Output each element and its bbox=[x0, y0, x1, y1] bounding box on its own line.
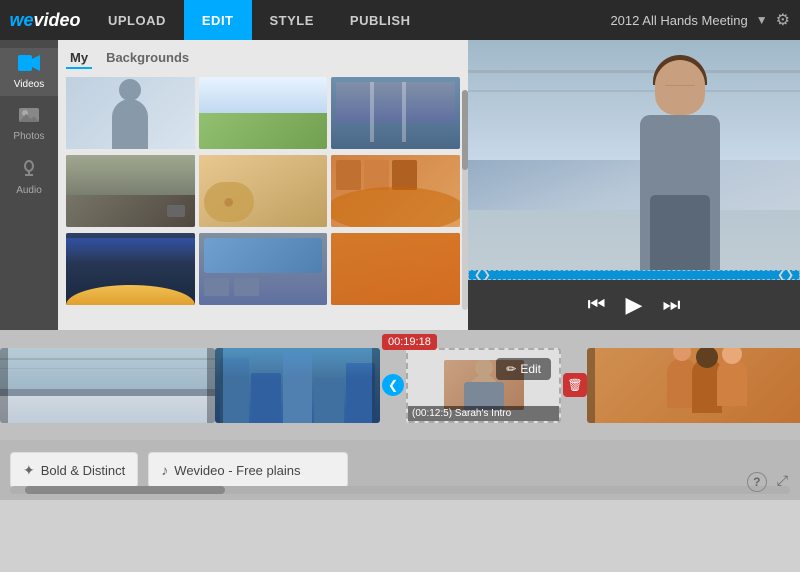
media-thumb-6[interactable] bbox=[331, 155, 460, 227]
filmstrip-right-2 bbox=[372, 348, 380, 423]
pencil-icon: ✏ bbox=[506, 362, 516, 376]
sidebar-item-videos[interactable]: Videos bbox=[0, 48, 58, 96]
top-navigation: wevideo UPLOAD EDIT STYLE PUBLISH 2012 A… bbox=[0, 0, 800, 40]
edit-button[interactable]: ✏ Edit bbox=[496, 358, 551, 380]
filmstrip-left-1 bbox=[0, 348, 8, 423]
logo-text: wevideo bbox=[9, 10, 80, 31]
media-thumb-3[interactable] bbox=[331, 77, 460, 149]
delete-icon: 🗑 bbox=[567, 378, 582, 392]
preview-panel: ❮❯ ❮❯ ⏮ ▶ ⏭ bbox=[468, 40, 800, 330]
music-label: Wevideo - Free plains bbox=[174, 463, 300, 478]
person-head bbox=[655, 60, 705, 115]
timeline-clip-buildings[interactable] bbox=[215, 348, 380, 423]
timeline-nav-left[interactable]: ❮ bbox=[382, 374, 404, 396]
sidebar-item-photos[interactable]: Photos bbox=[0, 100, 58, 148]
nav-upload[interactable]: UPLOAD bbox=[90, 0, 184, 40]
style-label: Bold & Distinct bbox=[41, 463, 126, 478]
nav-publish[interactable]: PUBLISH bbox=[332, 0, 429, 40]
timeline-area: 00:19:18 bbox=[0, 330, 800, 440]
tab-my[interactable]: My bbox=[66, 48, 92, 69]
media-thumb-1[interactable] bbox=[66, 77, 195, 149]
timeline-clip-sarah[interactable]: ✏ Edit (00:12:5) Sarah's Intro 🗑 bbox=[406, 348, 561, 423]
audio-label: Audio bbox=[16, 185, 42, 196]
logo[interactable]: wevideo bbox=[0, 0, 90, 40]
photos-label: Photos bbox=[13, 131, 44, 142]
delete-button[interactable]: 🗑 bbox=[563, 373, 587, 397]
media-thumb-4[interactable] bbox=[66, 155, 195, 227]
music-tag-icon: ♪ bbox=[161, 462, 168, 478]
media-tabs: My Backgrounds bbox=[66, 48, 460, 69]
help-button[interactable]: ? bbox=[747, 472, 767, 492]
play-button[interactable]: ▶ bbox=[626, 294, 643, 316]
person-suit bbox=[650, 195, 710, 270]
clip-label-sarah: (00:12:5) Sarah's Intro bbox=[408, 406, 559, 421]
scrollbar-thumb[interactable] bbox=[25, 486, 225, 494]
playback-controls: ⏮ ▶ ⏭ bbox=[468, 280, 800, 330]
timeline-scrollbar[interactable] bbox=[10, 486, 790, 494]
tab-backgrounds[interactable]: Backgrounds bbox=[102, 48, 193, 69]
main-area: Videos Photos Audio My Backgrounds bbox=[0, 40, 800, 330]
nav-items: UPLOAD EDIT STYLE PUBLISH bbox=[90, 0, 428, 40]
project-dropdown-icon[interactable]: ▼ bbox=[756, 13, 768, 27]
timeline-clip-bridge[interactable] bbox=[0, 348, 215, 423]
project-title: 2012 All Hands Meeting bbox=[610, 13, 747, 28]
skip-back-button[interactable]: ⏮ bbox=[588, 295, 606, 315]
settings-icon[interactable]: ⚙ bbox=[776, 10, 790, 30]
style-tag-icon: ✦ bbox=[23, 462, 35, 479]
nav-left-icon: ❮ bbox=[388, 378, 398, 392]
skip-forward-button[interactable]: ⏭ bbox=[662, 295, 680, 315]
selection-indicator: ❮❯ ❮❯ bbox=[468, 270, 800, 280]
timeline-clip-people[interactable] bbox=[587, 348, 800, 423]
media-grid: ● bbox=[66, 77, 460, 307]
media-thumb-7[interactable] bbox=[66, 233, 195, 305]
preview-person bbox=[620, 50, 740, 270]
timestamp-bubble: 00:19:18 bbox=[382, 334, 437, 350]
filmstrip-left-2 bbox=[215, 348, 223, 423]
video-preview bbox=[468, 40, 800, 270]
media-thumb-9[interactable] bbox=[331, 233, 460, 305]
bottom-right-icons: ? ⤢ bbox=[747, 472, 788, 492]
media-thumb-8[interactable] bbox=[199, 233, 328, 305]
videos-label: Videos bbox=[14, 79, 44, 90]
music-tag[interactable]: ♪ Wevideo - Free plains bbox=[148, 452, 348, 488]
nav-right-section: 2012 All Hands Meeting ▼ ⚙ bbox=[610, 10, 790, 30]
media-thumb-5[interactable]: ● bbox=[199, 155, 328, 227]
bottom-bar: ✦ Bold & Distinct ♪ Wevideo - Free plain… bbox=[0, 440, 800, 500]
edit-label: Edit bbox=[520, 362, 541, 376]
media-thumb-2[interactable] bbox=[199, 77, 328, 149]
sidebar-item-audio[interactable]: Audio bbox=[0, 152, 58, 202]
filmstrip-right-1 bbox=[207, 348, 215, 423]
left-sidebar: Videos Photos Audio bbox=[0, 40, 58, 330]
videos-icon bbox=[18, 54, 40, 77]
media-panel: My Backgrounds bbox=[58, 40, 468, 330]
audio-icon bbox=[20, 158, 38, 183]
filmstrip-left-4 bbox=[587, 348, 595, 423]
person-body bbox=[640, 115, 720, 270]
fullscreen-button[interactable]: ⤢ bbox=[777, 472, 788, 492]
style-tag[interactable]: ✦ Bold & Distinct bbox=[10, 452, 138, 488]
nav-style[interactable]: STYLE bbox=[252, 0, 332, 40]
nav-edit[interactable]: EDIT bbox=[184, 0, 252, 40]
photos-icon bbox=[18, 106, 40, 129]
